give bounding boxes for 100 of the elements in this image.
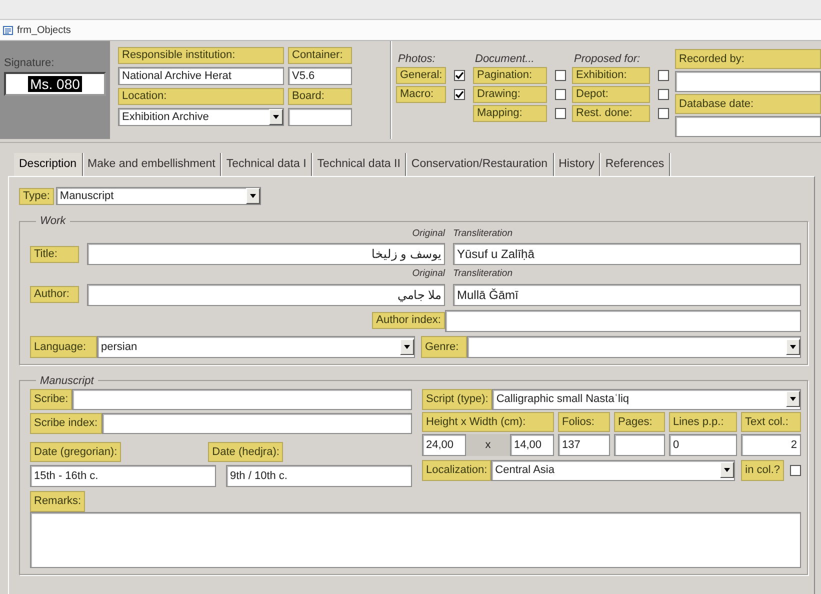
field-label: Language:	[30, 336, 97, 358]
field-label: Date (hedjra):	[208, 442, 284, 462]
checkbox[interactable]	[790, 464, 801, 476]
caption: Transliteration	[453, 227, 514, 241]
check-icon	[455, 71, 464, 80]
text-field[interactable]: 2	[741, 434, 801, 456]
text-field[interactable]	[288, 108, 352, 126]
dropdown-button[interactable]	[246, 188, 260, 204]
field-label: Rest. done:	[572, 105, 650, 122]
group-legend: Manuscript	[36, 374, 98, 386]
tab[interactable]: Technical data II	[312, 153, 406, 176]
field-label: Recorded by:	[675, 49, 821, 69]
dropdown-button[interactable]	[786, 338, 800, 354]
field-label: Drawing:	[473, 86, 547, 103]
checkbox[interactable]	[454, 70, 465, 81]
checkbox[interactable]	[658, 108, 669, 119]
checkbox[interactable]	[555, 89, 566, 100]
field-label: in col.?	[741, 460, 784, 480]
dropdown-field[interactable]: Manuscript	[56, 187, 261, 205]
field-label: Pagination:	[473, 67, 547, 84]
field-label: Script (type):	[422, 388, 492, 410]
field-label: Mapping:	[473, 105, 547, 122]
dropdown-button[interactable]	[720, 462, 734, 478]
text-field[interactable]: Yūsuf u Zalīḥā	[453, 243, 801, 266]
check-icon	[455, 90, 464, 99]
text-field[interactable]	[675, 116, 821, 137]
text-field[interactable]: Mullā Ǧāmī	[453, 284, 801, 306]
field-label: Scribe:	[30, 388, 72, 410]
field-label: Macro:	[396, 86, 446, 103]
text-field[interactable]: V5.6	[288, 67, 352, 85]
field-label: Container:	[288, 47, 352, 64]
field-label: Responsible institution:	[118, 47, 284, 64]
caret-icon	[250, 194, 256, 198]
text-field[interactable]	[72, 388, 412, 410]
caption: Original	[411, 267, 445, 282]
field-label: Database date:	[675, 94, 821, 114]
text-field[interactable]: 14,00	[510, 434, 554, 456]
text-field[interactable]: 24,00	[422, 434, 466, 456]
checkbox[interactable]	[658, 70, 669, 81]
text-field[interactable]	[614, 434, 665, 456]
caret-icon	[724, 468, 730, 472]
window-title: frm_Objects	[17, 24, 71, 38]
caret-icon	[790, 397, 796, 401]
tab[interactable]: References	[600, 153, 670, 176]
field-label: Localization:	[422, 460, 492, 480]
field-label: Scribe index:	[30, 412, 102, 434]
caption: Original	[411, 227, 445, 241]
field-label: General:	[396, 67, 446, 84]
text-field[interactable]	[102, 412, 412, 434]
tab[interactable]: Technical data I	[221, 153, 312, 176]
caption: Transliteration	[453, 267, 514, 282]
tab[interactable]: Description	[14, 153, 83, 176]
dropdown-field[interactable]: Calligraphic small Nastaʿliq	[492, 388, 801, 410]
text-field[interactable]: 137	[558, 434, 610, 456]
signature-label: Signature:	[4, 57, 54, 69]
text-field[interactable]	[675, 71, 821, 92]
field-label: Date (gregorian):	[30, 442, 122, 462]
tab[interactable]: Make and embellishment	[82, 153, 222, 176]
field-label: Location:	[118, 88, 284, 105]
caret-icon	[404, 344, 410, 348]
tab[interactable]: Conservation/Restauration	[406, 153, 554, 176]
checkbox[interactable]	[555, 70, 566, 81]
text-field[interactable]: 15th - 16th c.	[30, 464, 216, 486]
checkbox[interactable]	[555, 108, 566, 119]
text-field[interactable]: ملا جامي	[87, 284, 445, 306]
field-label: Lines p.p.:	[669, 412, 737, 432]
field-label: Board:	[288, 88, 352, 105]
field-label: Folios:	[558, 412, 610, 432]
text-field[interactable]: یوسف و زلیخا	[87, 243, 445, 266]
signature-field[interactable]: Ms. 080	[4, 72, 106, 96]
field-label: Title:	[30, 246, 79, 263]
field-label: Remarks:	[30, 490, 86, 512]
dropdown-field[interactable]: Exhibition Archive	[118, 108, 284, 126]
text-field[interactable]	[445, 310, 801, 332]
field-label: Author:	[30, 286, 79, 303]
text-field[interactable]: 9th / 10th c.	[226, 464, 412, 486]
form-icon	[3, 26, 13, 34]
times-sign: x	[484, 438, 492, 452]
field-label: Type:	[19, 188, 54, 204]
text-field[interactable]: 0	[669, 434, 737, 456]
field-label: Pages:	[614, 412, 665, 432]
field-label: Depot:	[572, 86, 650, 103]
field-label: Genre:	[421, 336, 467, 358]
text-area[interactable]	[30, 512, 801, 568]
tab[interactable]: History	[554, 153, 600, 176]
dropdown-button[interactable]	[400, 338, 414, 354]
caret-icon	[273, 115, 279, 119]
dropdown-field[interactable]: Central Asia	[491, 460, 736, 480]
field-label: Exhibition:	[572, 67, 650, 84]
field-label: Text col.:	[741, 412, 801, 432]
group-legend: Work	[36, 215, 70, 227]
checkbox[interactable]	[454, 89, 465, 100]
dropdown-field[interactable]: persian	[97, 336, 415, 358]
dropdown-field[interactable]	[467, 336, 801, 358]
dropdown-button[interactable]	[269, 109, 283, 125]
dropdown-button[interactable]	[786, 391, 800, 407]
group-heading: Document...	[474, 52, 536, 65]
field-label: Author index:	[372, 312, 445, 329]
checkbox[interactable]	[658, 89, 669, 100]
text-field[interactable]: National Archive Herat	[118, 67, 284, 85]
